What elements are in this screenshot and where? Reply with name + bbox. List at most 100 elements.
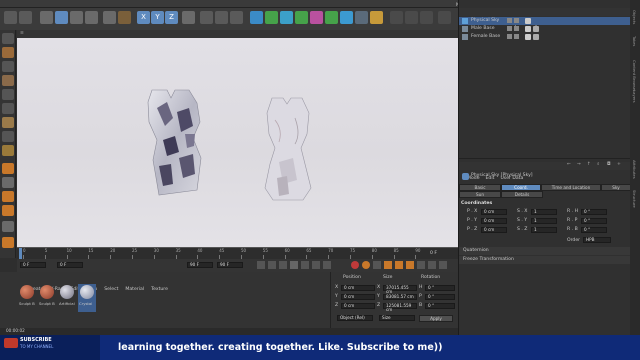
record-icon[interactable] [351,261,359,269]
rotate-icon[interactable] [85,11,98,24]
tag-icon[interactable] [525,26,531,32]
vray-lights-icon[interactable] [438,11,451,24]
attr-tab-basic[interactable]: Basic [459,184,501,191]
object-row[interactable]: Female Base [459,33,631,41]
pen-icon[interactable] [265,11,278,24]
render-pv-icon[interactable] [215,11,228,24]
material-swatch[interactable]: Sculpt B [18,284,36,312]
material-tag-icon[interactable] [533,26,539,32]
z-axis-lock-icon[interactable]: Z [165,11,178,24]
material-swatch[interactable]: Artificial [58,284,76,312]
timeline-ruler[interactable]: 0 5 10 15 20 25 30 35 40 45 50 55 60 65 70 75 80 85 90 0 F [17,247,458,259]
snap-settings-icon[interactable] [2,191,14,202]
subdivision-icon[interactable] [280,11,293,24]
material-swatch[interactable]: Crystal [78,284,96,312]
attr-tab-details[interactable]: Details [501,191,543,198]
redo-icon[interactable] [19,11,32,24]
go-start-icon[interactable] [257,261,265,269]
tag-icon[interactable] [525,18,531,24]
next-frame-icon[interactable] [301,261,309,269]
coord-position-field[interactable]: 0 cm [341,303,375,309]
attr-tab-sun[interactable]: Sun [459,191,501,198]
attr-r-field[interactable]: 0 ° [581,209,607,215]
move-icon[interactable] [55,11,68,24]
make-editable-icon[interactable] [2,33,14,44]
side-tab-layers[interactable]: Layers [632,90,637,103]
coord-rotation-field[interactable]: 0 ° [425,303,455,309]
coord-system-icon[interactable] [182,11,195,24]
key-position-icon[interactable] [384,261,392,269]
key-param-icon[interactable] [417,261,425,269]
attr-s-field[interactable]: 1 [531,209,557,215]
play-icon[interactable] [290,261,298,269]
scene-icon[interactable] [355,11,368,24]
timeline-menu-icon[interactable] [439,261,447,269]
attr-s-field[interactable]: 1 [531,227,557,233]
order-select[interactable]: HPB [583,237,611,243]
visibility-toggle-icon[interactable] [507,34,512,39]
tweak-icon[interactable] [2,145,14,156]
coord-position-field[interactable]: 0 cm [341,285,375,291]
side-tab-attributes[interactable]: Attributes [632,160,637,179]
solo-icon[interactable] [2,163,14,174]
undo-icon[interactable] [4,11,17,24]
coord-position-field[interactable]: 0 cm [341,294,375,300]
coord-rotation-field[interactable]: 0 ° [425,285,455,291]
attr-tab-timeandlocation[interactable]: Time and Location [541,184,601,191]
uv-mode-icon[interactable] [2,117,14,128]
freeze-section[interactable]: Freeze Transformation [459,256,631,264]
side-tab-structure[interactable]: Structure [632,190,637,208]
coord-mode-select[interactable]: Object (Rel) [337,315,373,321]
apply-button[interactable]: Apply [419,315,453,322]
deformer-icon[interactable] [310,11,323,24]
search-icon[interactable]: ⌕ [597,162,600,168]
attr-tab-coord[interactable]: Coord. [501,184,541,191]
visibility-toggle-icon[interactable] [507,26,512,31]
attr-r-field[interactable]: 0 ° [581,227,607,233]
side-tab-contentbrowser[interactable]: Content Browser [632,60,637,92]
up-arrow-icon[interactable]: ↑ [587,162,591,168]
material-tag-icon[interactable] [533,34,539,40]
render-settings-icon[interactable] [230,11,243,24]
field-icon[interactable] [340,11,353,24]
tag-icon[interactable] [525,34,531,40]
light-icon[interactable] [370,11,383,24]
attr-p-field[interactable]: 0 cm [481,209,507,215]
select-icon[interactable] [40,11,53,24]
side-tab-takes[interactable]: Takes [632,36,637,46]
attr-s-field[interactable]: 1 [531,218,557,224]
render-toggle-icon[interactable] [514,26,519,31]
scale-icon[interactable] [70,11,83,24]
next-key-icon[interactable] [312,261,320,269]
lock-workplane-icon[interactable] [2,221,14,232]
mograph-icon[interactable] [325,11,338,24]
y-axis-lock-icon[interactable]: Y [151,11,164,24]
visibility-toggle-icon[interactable] [507,18,512,23]
viewport[interactable] [17,38,458,247]
recent-tool-icon[interactable] [103,11,116,24]
key-selection-icon[interactable] [373,261,381,269]
material-swatch[interactable]: Sculpt B [38,284,56,312]
forward-arrow-icon[interactable]: → [577,162,581,168]
autokey-icon[interactable] [362,261,370,269]
key-scale-icon[interactable] [406,261,414,269]
quaternion-section[interactable]: Quaternion [459,247,631,255]
edges-mode-icon[interactable] [2,89,14,100]
attr-tab-sky[interactable]: Sky [601,184,631,191]
key-pla-icon[interactable] [428,261,436,269]
model-icon[interactable] [118,11,131,24]
coord-size-field[interactable]: 125081.559 cm [383,303,417,312]
plugin-icon[interactable] [2,237,14,248]
attr-r-field[interactable]: 0 ° [581,218,607,224]
end-preview-field[interactable]: 90 F [217,262,243,268]
cube-icon[interactable] [250,11,263,24]
object-row[interactable]: Physical Sky [459,17,631,25]
subscribe-badge[interactable]: SUBSCRIBE TO MY CHANNEL [0,335,100,360]
workplane-icon[interactable] [2,205,14,216]
current-frame-field[interactable]: 0 F [20,262,46,268]
object-row[interactable]: Male Base [459,25,631,33]
vray-render-icon[interactable] [405,11,418,24]
x-axis-lock-icon[interactable]: X [137,11,150,24]
prev-frame-icon[interactable] [279,261,287,269]
snap-icon[interactable] [2,177,14,188]
